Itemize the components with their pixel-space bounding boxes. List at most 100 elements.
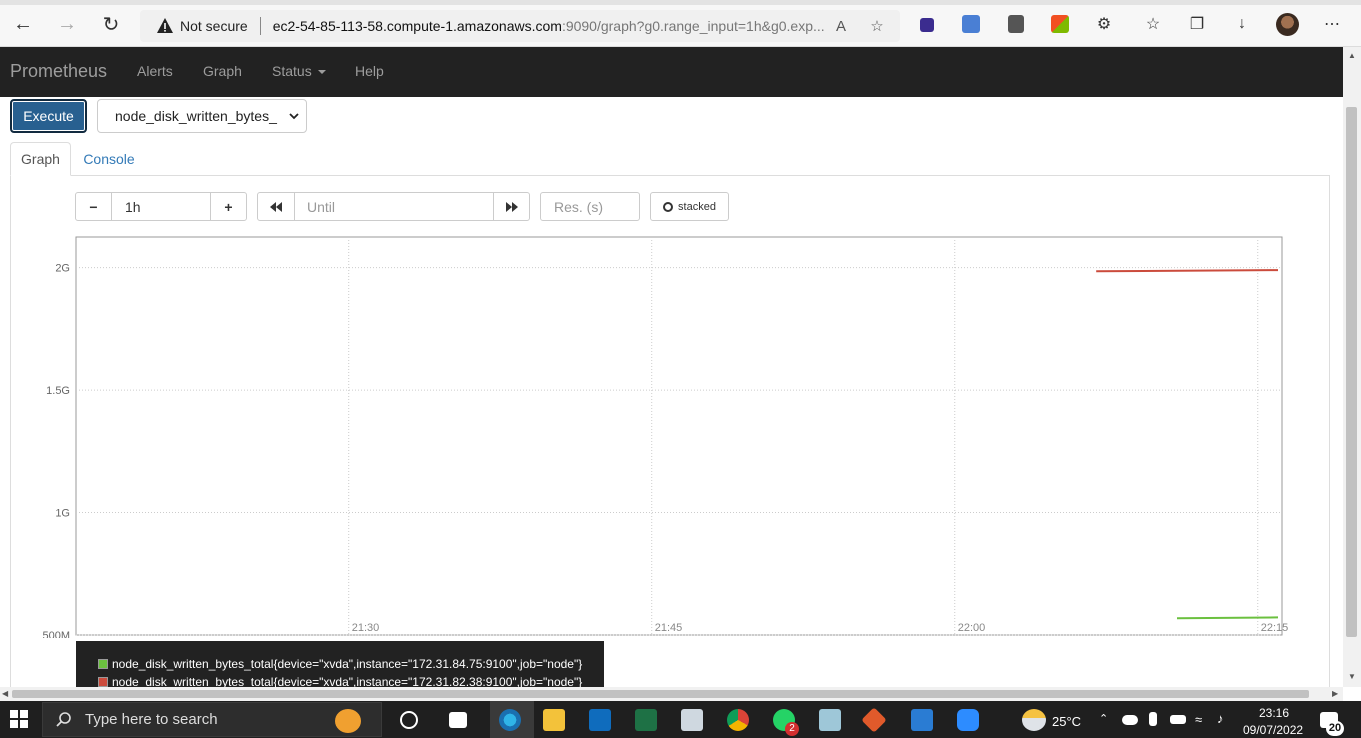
metric-select-value: node_disk_written_bytes_ bbox=[115, 108, 277, 124]
vscode-icon[interactable] bbox=[911, 709, 933, 731]
back-icon[interactable]: ← bbox=[11, 12, 35, 36]
volume-icon[interactable]: ♪ bbox=[1217, 711, 1224, 726]
collections-icon[interactable]: ❐ bbox=[1187, 14, 1207, 34]
forward-icon[interactable]: → bbox=[55, 12, 79, 36]
outlook-icon[interactable] bbox=[589, 709, 611, 731]
whatsapp-badge: 2 bbox=[785, 722, 799, 736]
clock-date[interactable]: 09/07/2022 bbox=[1243, 723, 1303, 737]
execute-button[interactable]: Execute bbox=[10, 99, 87, 133]
stacked-circle-icon bbox=[663, 201, 674, 212]
address-bar[interactable]: Not secure ec2-54-85-113-58.compute-1.am… bbox=[140, 10, 900, 42]
security-label[interactable]: Not secure bbox=[180, 18, 248, 34]
series-line bbox=[1096, 269, 1279, 273]
tab-strip bbox=[0, 0, 1361, 5]
extensions-icon[interactable]: ⚙ bbox=[1094, 14, 1114, 34]
series-line bbox=[1176, 616, 1279, 620]
excel-icon[interactable] bbox=[635, 709, 657, 731]
notifications-badge: 20 bbox=[1326, 721, 1344, 736]
warning-icon[interactable] bbox=[156, 17, 174, 35]
end-time-input[interactable]: Until bbox=[294, 192, 494, 221]
clock-time[interactable]: 23:16 bbox=[1259, 706, 1289, 720]
tray-overflow-icon[interactable]: ⌃ bbox=[1099, 712, 1108, 725]
extension-icon[interactable] bbox=[920, 18, 934, 32]
series bbox=[1096, 269, 1279, 620]
x-tick-label: 21:45 bbox=[655, 622, 683, 634]
url-host: ec2-54-85-113-58.compute-1.amazonaws.com bbox=[272, 18, 562, 34]
profile-avatar[interactable] bbox=[1276, 13, 1299, 36]
office-extension-icon[interactable] bbox=[1008, 15, 1024, 33]
scroll-up-icon[interactable]: ▲ bbox=[1348, 51, 1356, 60]
nav-status[interactable]: Status bbox=[272, 63, 326, 79]
tab-graph[interactable]: Graph bbox=[10, 142, 71, 176]
legend-label: node_disk_written_bytes_total{device="xv… bbox=[112, 675, 583, 687]
downloads-icon[interactable]: ↓ bbox=[1232, 14, 1252, 34]
vertical-scroll-thumb[interactable] bbox=[1346, 107, 1357, 637]
scroll-down-icon[interactable]: ▼ bbox=[1348, 672, 1356, 681]
horizontal-scroll-thumb[interactable] bbox=[12, 690, 1309, 698]
file-explorer-icon[interactable] bbox=[543, 709, 565, 731]
graph-legend: node_disk_written_bytes_total{device="xv… bbox=[76, 641, 604, 687]
tab-console[interactable]: Console bbox=[74, 142, 144, 176]
microphone-icon[interactable] bbox=[1149, 712, 1157, 726]
taskbar-search-placeholder: Type here to search bbox=[85, 711, 218, 728]
y-tick-label: 2G bbox=[55, 263, 70, 275]
favorite-add-icon[interactable]: ☆ bbox=[868, 17, 886, 35]
taskbar-search[interactable]: Type here to search bbox=[42, 702, 382, 737]
search-icon bbox=[56, 711, 71, 727]
translate-extension-icon[interactable] bbox=[962, 15, 980, 33]
windows-start-icon[interactable] bbox=[10, 710, 28, 728]
y-tick-label: 500M bbox=[42, 630, 70, 638]
edge-browser-icon[interactable] bbox=[499, 709, 521, 731]
plot-frame bbox=[75, 236, 1283, 636]
battery-icon[interactable] bbox=[1170, 715, 1186, 724]
legend-swatch bbox=[98, 659, 108, 669]
resolution-input[interactable]: Res. (s) bbox=[540, 192, 640, 221]
stacked-label: stacked bbox=[678, 200, 716, 213]
weather-temperature[interactable]: 25°C bbox=[1052, 714, 1081, 729]
y-tick-label: 1G bbox=[55, 508, 70, 520]
task-view-icon[interactable] bbox=[449, 712, 467, 728]
cortana-icon[interactable] bbox=[400, 711, 418, 729]
legend-item[interactable]: node_disk_written_bytes_total{device="xv… bbox=[76, 655, 604, 673]
legend-item[interactable]: node_disk_written_bytes_total{device="xv… bbox=[76, 673, 604, 687]
x-tick-label: 21:30 bbox=[352, 622, 380, 634]
legend-swatch bbox=[98, 677, 108, 687]
nav-graph[interactable]: Graph bbox=[203, 63, 242, 79]
end-time-back-button[interactable] bbox=[257, 192, 295, 221]
range-increase-button[interactable]: + bbox=[210, 192, 247, 221]
scroll-left-icon[interactable]: ◀ bbox=[2, 689, 8, 698]
read-aloud-icon[interactable]: A bbox=[832, 17, 850, 35]
graph-page: Execute node_disk_written_bytes_ Graph C… bbox=[0, 97, 1343, 687]
onedrive-icon[interactable] bbox=[1122, 715, 1138, 725]
photos-icon[interactable] bbox=[681, 709, 703, 731]
horizontal-scrollbar[interactable]: ◀ ▶ bbox=[0, 687, 1343, 701]
weather-icon[interactable] bbox=[1022, 709, 1046, 731]
chrome-icon[interactable] bbox=[727, 709, 749, 731]
nav-alerts[interactable]: Alerts bbox=[137, 63, 173, 79]
end-time-forward-button[interactable] bbox=[493, 192, 530, 221]
notes-icon[interactable] bbox=[819, 709, 841, 731]
address-divider bbox=[259, 17, 261, 35]
range-input[interactable]: 1h bbox=[111, 192, 211, 221]
range-decrease-button[interactable]: − bbox=[75, 192, 112, 221]
apps-extension-icon[interactable] bbox=[1051, 15, 1069, 33]
refresh-icon[interactable]: ↻ bbox=[99, 12, 123, 36]
zoom-icon[interactable] bbox=[957, 709, 979, 731]
vertical-scrollbar[interactable]: ▲ ▼ bbox=[1343, 47, 1361, 687]
nav-help[interactable]: Help bbox=[355, 63, 384, 79]
graph-chart[interactable]: 2G 1.5G 1G 500M 21:30 21:45 22:00 22:15 bbox=[30, 233, 1300, 638]
metric-select[interactable]: node_disk_written_bytes_ bbox=[97, 99, 307, 133]
more-menu-icon[interactable]: ⋯ bbox=[1322, 14, 1342, 34]
fast-forward-icon bbox=[505, 201, 518, 212]
wifi-icon[interactable]: ≈ bbox=[1195, 712, 1202, 727]
search-highlight-icon bbox=[335, 709, 361, 733]
brand-link[interactable]: Prometheus bbox=[10, 61, 107, 82]
scroll-right-icon[interactable]: ▶ bbox=[1332, 689, 1338, 698]
url-text[interactable]: ec2-54-85-113-58.compute-1.amazonaws.com… bbox=[273, 18, 833, 34]
stacked-toggle[interactable]: stacked bbox=[650, 192, 729, 221]
git-icon[interactable] bbox=[861, 707, 887, 733]
favorites-icon[interactable]: ☆ bbox=[1143, 14, 1163, 34]
nav-status-label: Status bbox=[272, 63, 312, 79]
windows-taskbar: Type here to search 2 25°C ⌃ ≈ ♪ 23:16 0… bbox=[0, 701, 1361, 738]
prometheus-navbar: Prometheus Alerts Graph Status Help bbox=[0, 47, 1343, 97]
